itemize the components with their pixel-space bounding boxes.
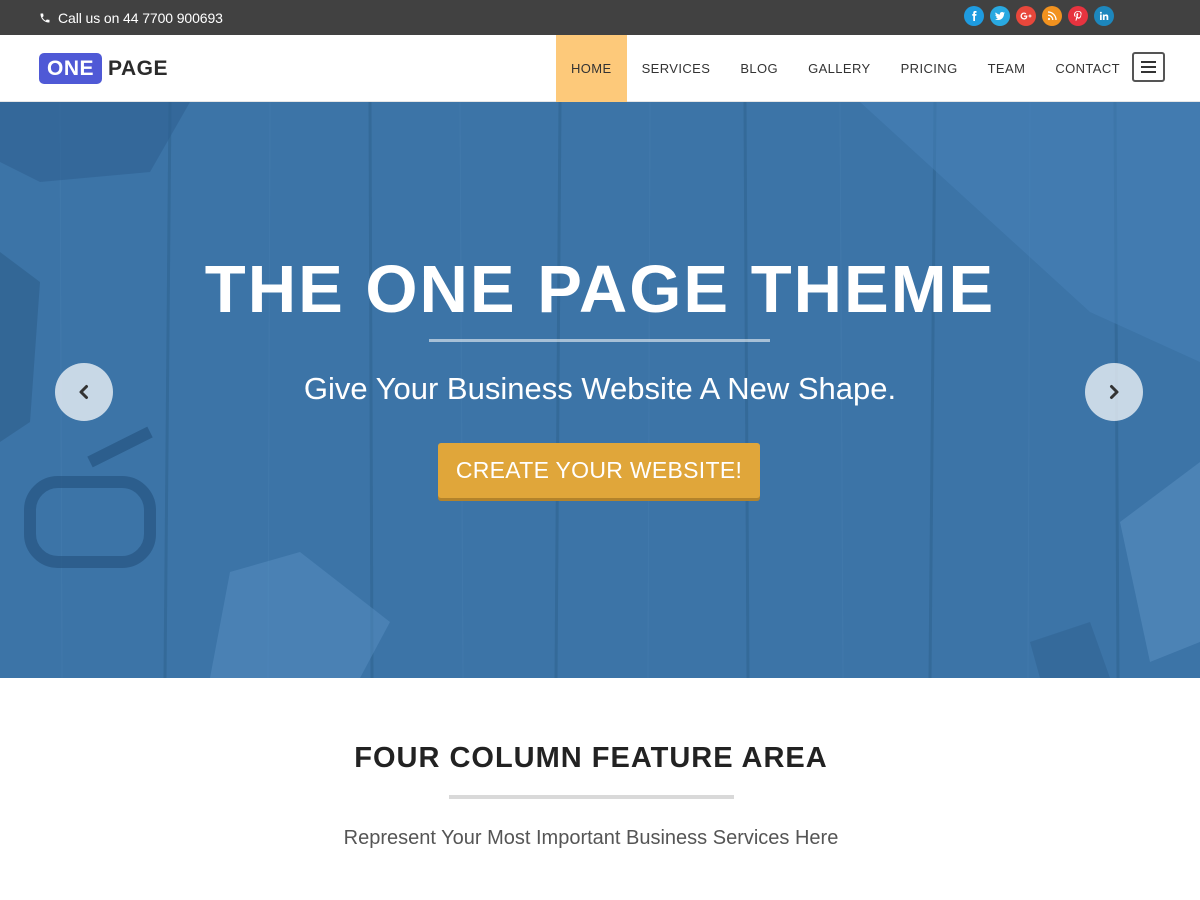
rss-icon [1047, 11, 1057, 21]
feature-section: FOUR COLUMN FEATURE AREA Represent Your … [0, 678, 1200, 900]
phone-contact: Call us on 44 7700 900693 [39, 0, 223, 35]
hero-slider: THE ONE PAGE THEME Give Your Business We… [0, 102, 1200, 678]
facebook-icon [972, 11, 977, 21]
linkedin-icon [1099, 11, 1109, 20]
logo-box: ONE [39, 53, 103, 84]
nav-item-team[interactable]: TEAM [973, 35, 1041, 102]
facebook-link[interactable] [964, 6, 984, 26]
hero-divider [429, 339, 770, 342]
nav-item-pricing[interactable]: PRICING [886, 35, 973, 102]
hamburger-menu-icon [1141, 66, 1156, 68]
nav-item-blog[interactable]: BLOG [725, 35, 793, 102]
twitter-icon [995, 11, 1005, 21]
pinterest-icon [1074, 11, 1082, 22]
linkedin-link[interactable] [1094, 6, 1114, 26]
social-links [964, 6, 1114, 26]
hero-subtitle: Give Your Business Website A New Shape. [303, 371, 897, 406]
nav-item-contact[interactable]: CONTACT [1040, 35, 1135, 102]
hero-title: THE ONE PAGE THEME [204, 252, 996, 327]
feature-section-subtitle: Represent Your Most Important Business S… [343, 827, 839, 849]
main-nav: HOME SERVICES BLOG GALLERY PRICING TEAM … [556, 35, 1135, 102]
logo-text: PAGE [108, 56, 168, 80]
google-plus-link[interactable] [1016, 6, 1036, 26]
phone-icon [40, 13, 50, 22]
google-plus-icon [1020, 12, 1032, 20]
hamburger-menu-button[interactable] [1132, 52, 1165, 82]
create-website-button[interactable]: CREATE YOUR WEBSITE! [438, 443, 760, 498]
feature-section-title: FOUR COLUMN FEATURE AREA [354, 742, 828, 774]
site-header: ONE PAGE HOME SERVICES BLOG GALLERY PRIC… [0, 35, 1200, 102]
hamburger-menu-icon [1141, 61, 1156, 63]
phone-text: Call us on 44 7700 900693 [58, 9, 223, 26]
pinterest-link[interactable] [1068, 6, 1088, 26]
nav-item-home[interactable]: HOME [556, 35, 627, 102]
top-bar: Call us on 44 7700 900693 [0, 0, 1200, 35]
nav-item-services[interactable]: SERVICES [627, 35, 726, 102]
twitter-link[interactable] [990, 6, 1010, 26]
slider-prev-button[interactable] [55, 363, 113, 421]
hamburger-menu-icon [1141, 71, 1156, 73]
rss-link[interactable] [1042, 6, 1062, 26]
site-logo[interactable]: ONE PAGE [39, 53, 168, 84]
slider-next-button[interactable] [1085, 363, 1143, 421]
feature-section-divider [449, 795, 734, 799]
chevron-left-icon [79, 385, 88, 399]
nav-item-gallery[interactable]: GALLERY [793, 35, 886, 102]
chevron-right-icon [1110, 385, 1119, 399]
